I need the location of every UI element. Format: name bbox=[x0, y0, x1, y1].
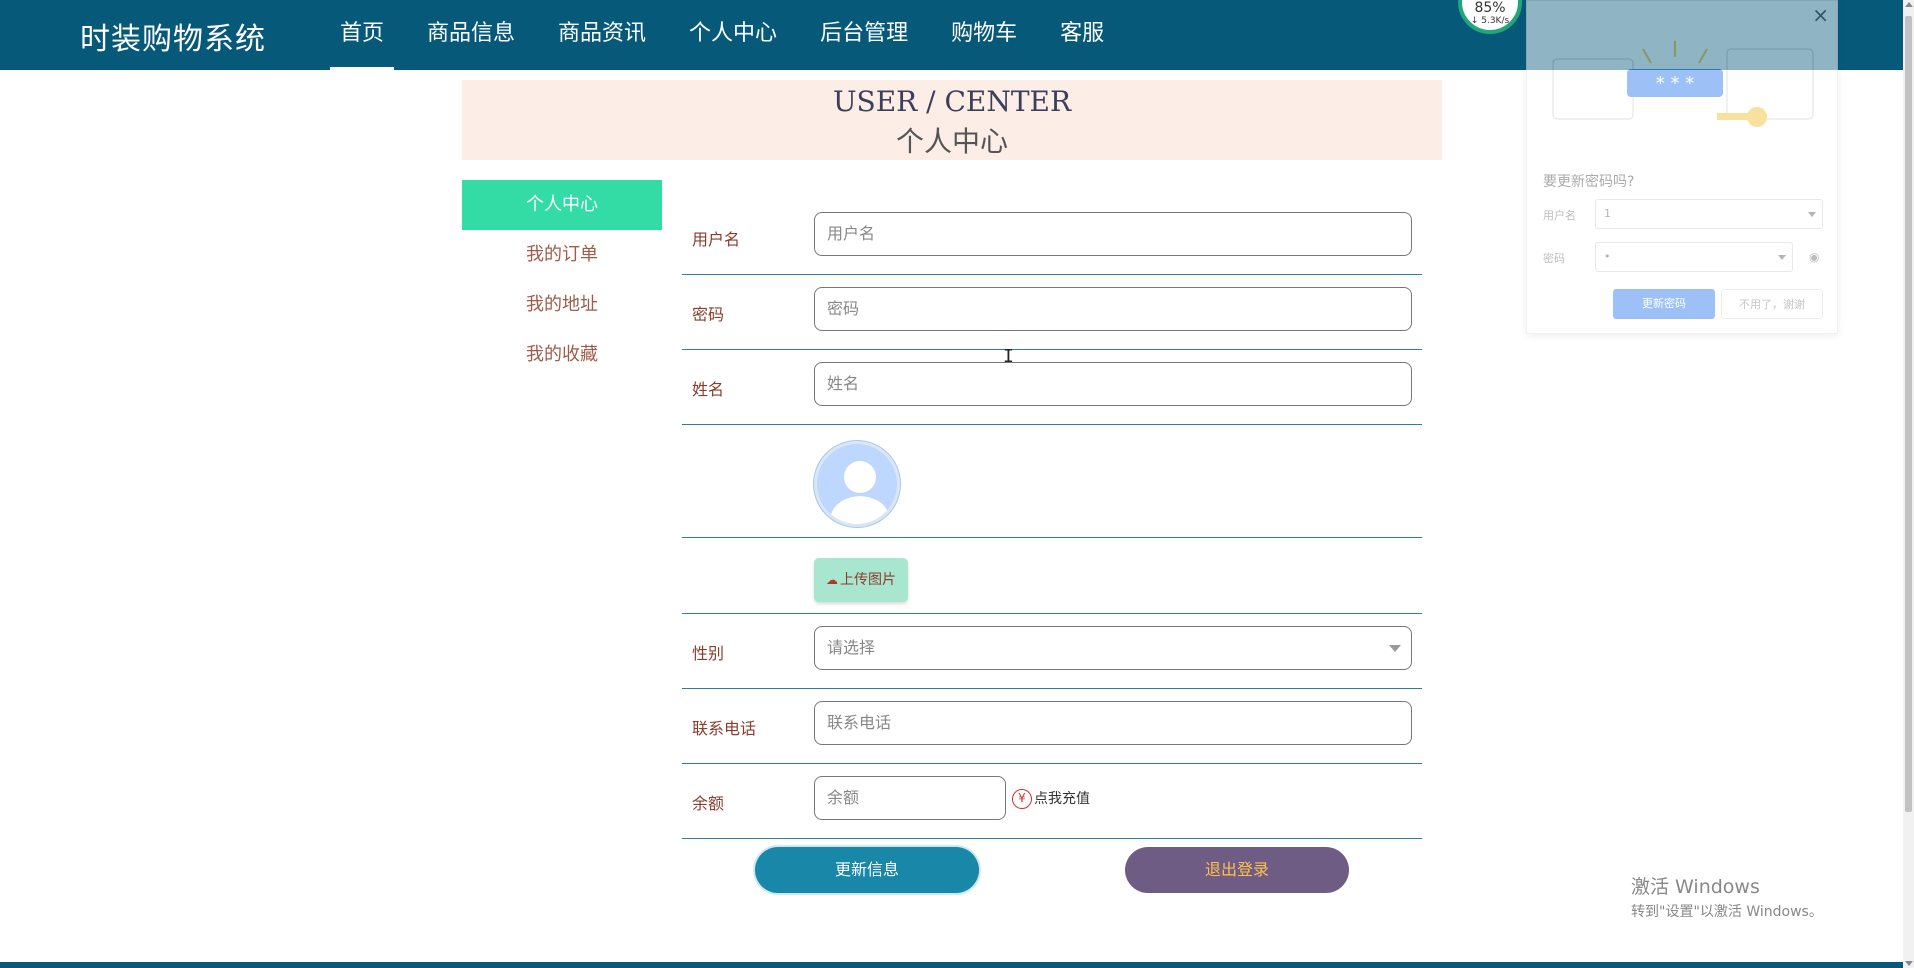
nav-user-center[interactable]: 个人中心 bbox=[679, 0, 787, 70]
popup-username-select[interactable]: 1 bbox=[1595, 199, 1823, 229]
form-row-phone: 联系电话 联系电话 bbox=[682, 689, 1422, 764]
scroll-thumb[interactable] bbox=[1905, 16, 1912, 812]
chevron-down-icon bbox=[1389, 645, 1401, 652]
scroll-down-arrow-icon[interactable] bbox=[1905, 961, 1913, 966]
nav-news[interactable]: 商品资讯 bbox=[548, 0, 656, 70]
popup-question: 要更新密码吗? bbox=[1543, 174, 1635, 190]
recharge-label: 点我充值 bbox=[1034, 791, 1090, 807]
username-input[interactable]: 用户名 bbox=[814, 212, 1412, 256]
eye-icon[interactable]: ◉ bbox=[1809, 250, 1819, 264]
password-label: 密码 bbox=[692, 305, 725, 324]
nav-service[interactable]: 客服 bbox=[1050, 0, 1114, 70]
windows-activation-watermark: 激活 Windows 转到"设置"以激活 Windows。 bbox=[1631, 872, 1823, 921]
nav-cart[interactable]: 购物车 bbox=[941, 0, 1027, 70]
popup-username-value: 1 bbox=[1604, 207, 1611, 220]
form-row-password: 密码 密码 bbox=[682, 275, 1422, 350]
text-cursor-icon: I bbox=[1003, 346, 1014, 367]
cloud-upload-icon: ☁ bbox=[826, 573, 838, 587]
update-password-button[interactable]: 更新密码 bbox=[1613, 289, 1715, 319]
popup-password-field[interactable]: • bbox=[1595, 242, 1793, 272]
logout-button[interactable]: 退出登录 bbox=[1125, 847, 1349, 893]
sidebar-item-favorites[interactable]: 我的收藏 bbox=[462, 330, 662, 380]
password-update-popup: × * * * 要更新密码吗? 用户名 1 密码 • ◉ 更新密码 不用了，谢谢 bbox=[1526, 0, 1838, 334]
illustration-stars: * * * bbox=[1656, 73, 1694, 94]
popup-password-label: 密码 bbox=[1543, 252, 1565, 265]
page-banner: USER / CENTER 个人中心 bbox=[462, 80, 1442, 160]
network-speed-widget[interactable]: 85% ↓ 5.3K/s bbox=[1458, 0, 1522, 34]
banner-title-cn: 个人中心 bbox=[895, 125, 1008, 158]
upload-image-button[interactable]: ☁ 上传图片 bbox=[814, 558, 908, 602]
password-input[interactable]: 密码 bbox=[814, 287, 1412, 331]
popup-password-value: • bbox=[1604, 250, 1611, 263]
balance-input[interactable]: 余额 bbox=[814, 776, 1006, 820]
chevron-down-icon bbox=[1778, 255, 1786, 260]
gender-label: 性别 bbox=[692, 644, 725, 663]
nav-products[interactable]: 商品信息 bbox=[417, 0, 525, 70]
nav-home[interactable]: 首页 bbox=[330, 0, 395, 70]
password-illustration-icon: * * * bbox=[1552, 41, 1814, 127]
update-info-button[interactable]: 更新信息 bbox=[755, 847, 979, 893]
phone-label: 联系电话 bbox=[692, 719, 757, 738]
windows-activation-title: 激活 Windows bbox=[1631, 876, 1760, 898]
footer-strip bbox=[0, 962, 1903, 968]
recharge-link[interactable]: ¥ 点我充值 bbox=[1012, 788, 1090, 809]
windows-activation-subtitle: 转到"设置"以激活 Windows。 bbox=[1631, 904, 1823, 920]
nav-admin[interactable]: 后台管理 bbox=[810, 0, 918, 70]
chevron-down-icon bbox=[1808, 212, 1816, 217]
gender-select-value: 请选择 bbox=[827, 638, 876, 657]
site-brand[interactable]: 时装购物系统 bbox=[80, 14, 266, 58]
sidebar-item-orders[interactable]: 我的订单 bbox=[462, 230, 662, 280]
form-row-name: 姓名 姓名 bbox=[682, 350, 1422, 425]
balance-label: 余额 bbox=[692, 794, 725, 813]
speed-rate: ↓ 5.3K/s bbox=[1470, 16, 1510, 26]
upload-button-label: 上传图片 bbox=[840, 572, 896, 588]
profile-form: 用户名 用户名 密码 密码 姓名 姓名 ☁ 上传图片 性别 请选择 联系电话 联系… bbox=[682, 200, 1422, 839]
form-row-upload: ☁ 上传图片 bbox=[682, 538, 1422, 614]
default-avatar-icon bbox=[829, 461, 891, 524]
popup-username-label: 用户名 bbox=[1543, 209, 1576, 222]
user-sidebar: 个人中心 我的订单 我的地址 我的收藏 bbox=[462, 180, 662, 380]
gender-select[interactable]: 请选择 bbox=[814, 626, 1412, 670]
sidebar-item-address[interactable]: 我的地址 bbox=[462, 280, 662, 330]
form-row-username: 用户名 用户名 bbox=[682, 200, 1422, 275]
form-row-balance: 余额 余额 ¥ 点我充值 bbox=[682, 764, 1422, 839]
sidebar-item-user-center[interactable]: 个人中心 bbox=[462, 180, 662, 230]
vertical-scrollbar[interactable] bbox=[1903, 0, 1914, 968]
yen-icon: ¥ bbox=[1012, 789, 1032, 809]
form-row-gender: 性别 请选择 bbox=[682, 614, 1422, 689]
form-row-avatar bbox=[682, 425, 1422, 538]
main-nav: 首页 商品信息 商品资讯 个人中心 后台管理 购物车 客服 bbox=[330, 0, 1137, 70]
username-label: 用户名 bbox=[692, 230, 741, 249]
scroll-up-arrow-icon[interactable] bbox=[1905, 2, 1913, 7]
name-input[interactable]: 姓名 bbox=[814, 362, 1412, 406]
decline-button[interactable]: 不用了，谢谢 bbox=[1721, 289, 1823, 319]
name-label: 姓名 bbox=[692, 380, 725, 399]
phone-input[interactable]: 联系电话 bbox=[814, 701, 1412, 745]
banner-title-en: USER / CENTER bbox=[832, 85, 1072, 118]
avatar-image[interactable] bbox=[814, 441, 900, 527]
speed-percent: 85% bbox=[1474, 0, 1506, 16]
